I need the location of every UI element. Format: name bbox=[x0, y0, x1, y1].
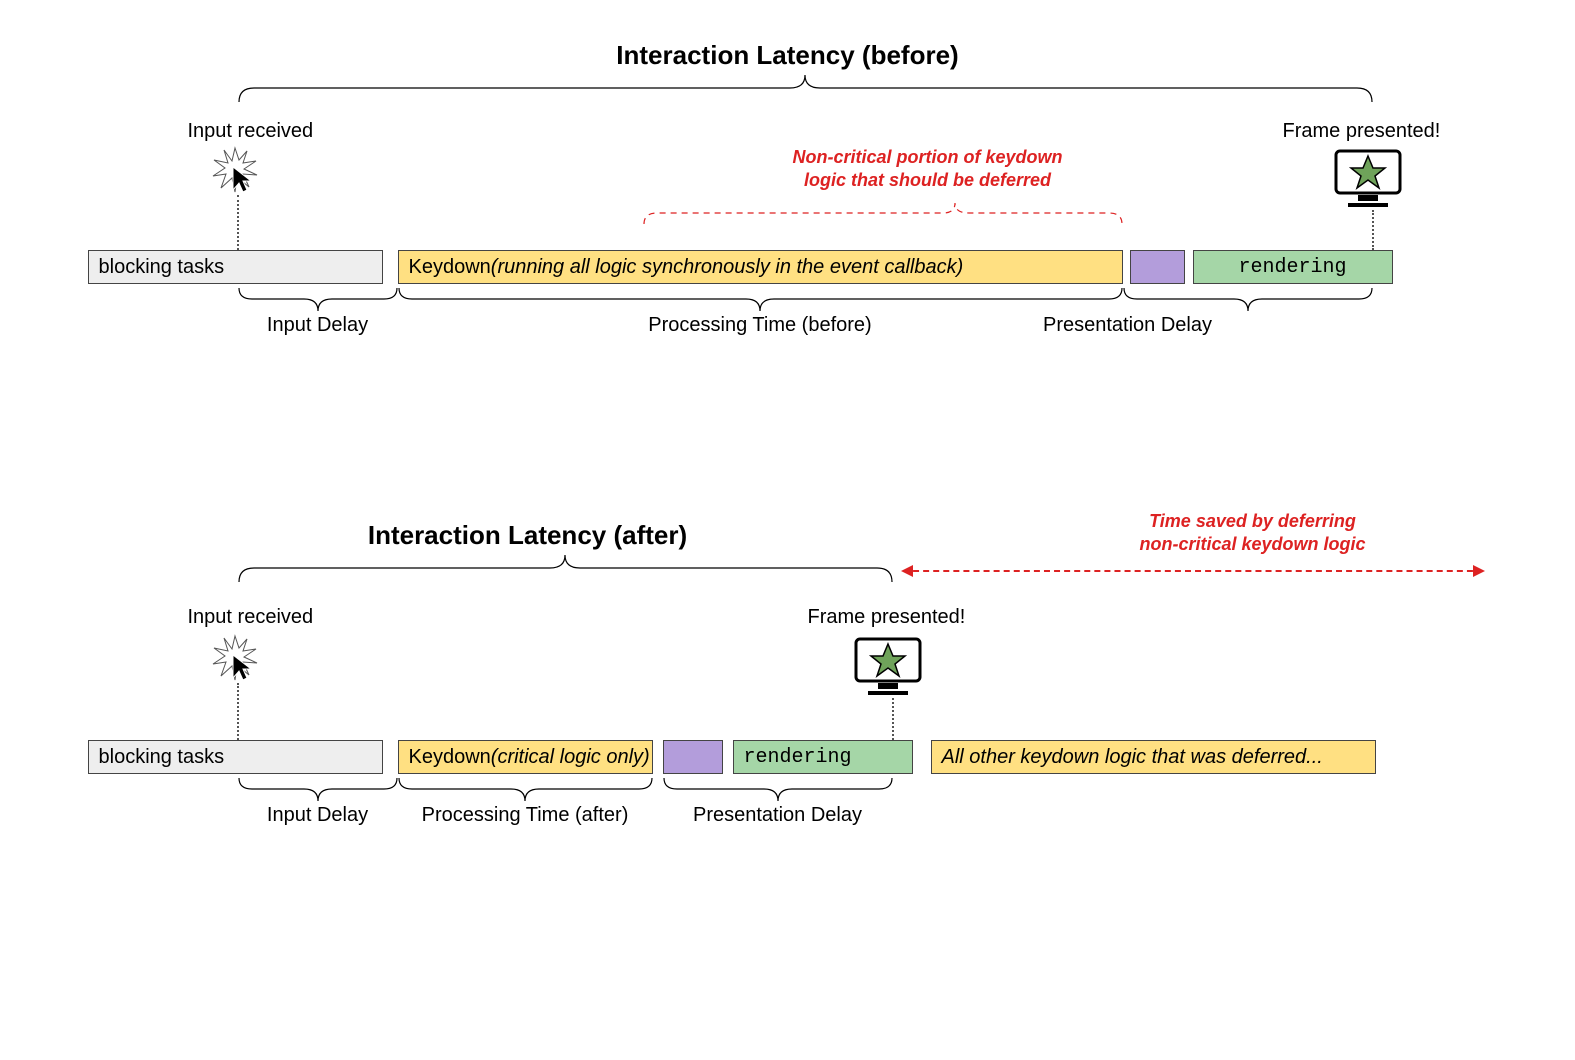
title-after: Interaction Latency (after) bbox=[88, 520, 968, 551]
diagram-after: Interaction Latency (after) Time saved b… bbox=[88, 520, 1488, 880]
monitor-icon-before bbox=[1333, 148, 1403, 210]
diagram-before: Interaction Latency (before) Input recei… bbox=[88, 40, 1488, 380]
label-input-delay-before: Input Delay bbox=[238, 314, 398, 337]
block-rendering-after: rendering bbox=[733, 740, 913, 774]
block-keydown-after: Keydown (critical logic only) bbox=[398, 740, 653, 774]
label-presentation-after: Presentation Delay bbox=[663, 804, 893, 827]
label-input-received-after: Input received bbox=[188, 606, 314, 629]
brace-input-delay-after bbox=[238, 776, 398, 802]
block-blocking-before: blocking tasks bbox=[88, 250, 383, 284]
label-frame-presented-before: Frame presented! bbox=[1283, 120, 1441, 143]
block-purple-after bbox=[663, 740, 723, 774]
brace-input-delay-before bbox=[238, 286, 398, 312]
vdots-frame-before bbox=[1372, 210, 1374, 250]
brace-top-after bbox=[238, 554, 893, 584]
brace-processing-before bbox=[398, 286, 1123, 312]
brace-top-before bbox=[238, 74, 1373, 104]
block-keydown-before: Keydown (running all logic synchronously… bbox=[398, 250, 1123, 284]
block-blocking-after: blocking tasks bbox=[88, 740, 383, 774]
cursor-burst-icon-before bbox=[210, 145, 260, 195]
block-deferred-after: All other keydown logic that was deferre… bbox=[931, 740, 1376, 774]
vdots-input-after bbox=[237, 683, 239, 740]
time-saved-arrow bbox=[903, 570, 1483, 572]
vdots-frame-after bbox=[892, 698, 894, 740]
brace-deferred bbox=[643, 202, 1123, 226]
label-frame-presented-after: Frame presented! bbox=[808, 606, 966, 629]
brace-processing-after bbox=[398, 776, 653, 802]
annotation-deferred: Non-critical portion of keydown logic th… bbox=[728, 146, 1128, 191]
title-before: Interaction Latency (before) bbox=[88, 40, 1488, 71]
block-rendering-before: rendering bbox=[1193, 250, 1393, 284]
label-input-received-before: Input received bbox=[188, 120, 314, 143]
cursor-burst-icon-after bbox=[210, 633, 260, 683]
label-presentation-before: Presentation Delay bbox=[1003, 314, 1253, 337]
brace-presentation-before bbox=[1123, 286, 1373, 312]
brace-presentation-after bbox=[663, 776, 893, 802]
label-input-delay-after: Input Delay bbox=[238, 804, 398, 827]
block-purple-before bbox=[1130, 250, 1185, 284]
annotation-time-saved: Time saved by deferring non-critical key… bbox=[1078, 510, 1428, 555]
label-processing-after: Processing Time (after) bbox=[378, 804, 673, 827]
monitor-icon-after bbox=[853, 636, 923, 698]
vdots-input-before bbox=[237, 195, 239, 250]
